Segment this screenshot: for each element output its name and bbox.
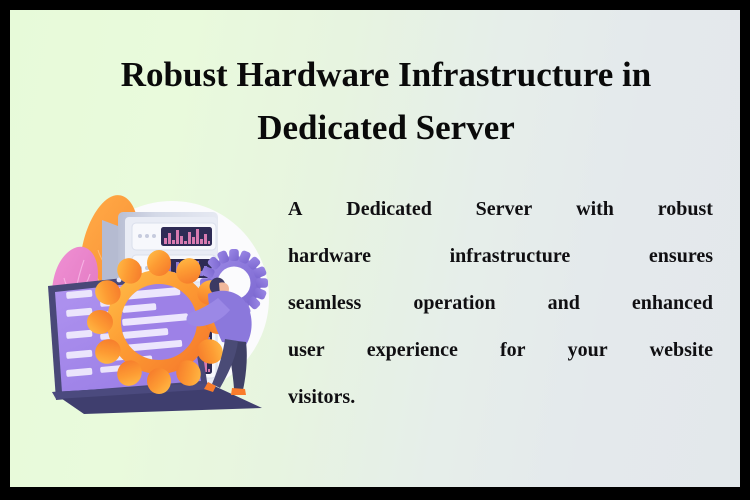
body-word: Server [475, 198, 533, 220]
body-word: for [499, 339, 526, 361]
body-word: operation [413, 292, 496, 314]
body-word: infrastructure [449, 245, 571, 267]
body-paragraph-line: visitors. [288, 374, 713, 421]
body-word: hardware [288, 245, 371, 267]
body-word: user [288, 339, 325, 361]
body-word: website [649, 339, 713, 361]
body-word: your [567, 339, 608, 361]
body-paragraph-line: A Dedicated Server with robust [288, 186, 713, 233]
dedicated-server-hardware-illustration [22, 170, 287, 415]
image-canvas: Robust Hardware Infrastructure in Dedica… [0, 0, 750, 500]
page-title: Robust Hardware Infrastructure in Dedica… [58, 48, 714, 154]
body-word: visitors. [288, 386, 356, 408]
body-word: enhanced [631, 292, 713, 314]
body-word: seamless [288, 292, 362, 314]
page-title-line-2: Dedicated Server [257, 108, 515, 147]
body-paragraph: A Dedicated Server with robust hardware infras… [288, 186, 713, 421]
server-bay [131, 222, 217, 251]
body-word: Dedicated [346, 198, 432, 220]
page-title-line-1: Robust Hardware Infrastructure in [120, 55, 652, 94]
body-word: with [576, 198, 614, 220]
poster-stage: Robust Hardware Infrastructure in Dedica… [10, 10, 740, 487]
body-paragraph-line: seamless operation and enhanced [288, 280, 713, 327]
body-paragraph-line: hardware infrastructure ensures [288, 233, 713, 280]
body-word: and [547, 292, 580, 314]
body-word: ensures [648, 245, 713, 267]
body-paragraph-line: user experience for your website [288, 327, 713, 374]
body-word: robust [657, 198, 713, 220]
body-word: experience [366, 339, 458, 361]
body-word: A [288, 198, 303, 220]
